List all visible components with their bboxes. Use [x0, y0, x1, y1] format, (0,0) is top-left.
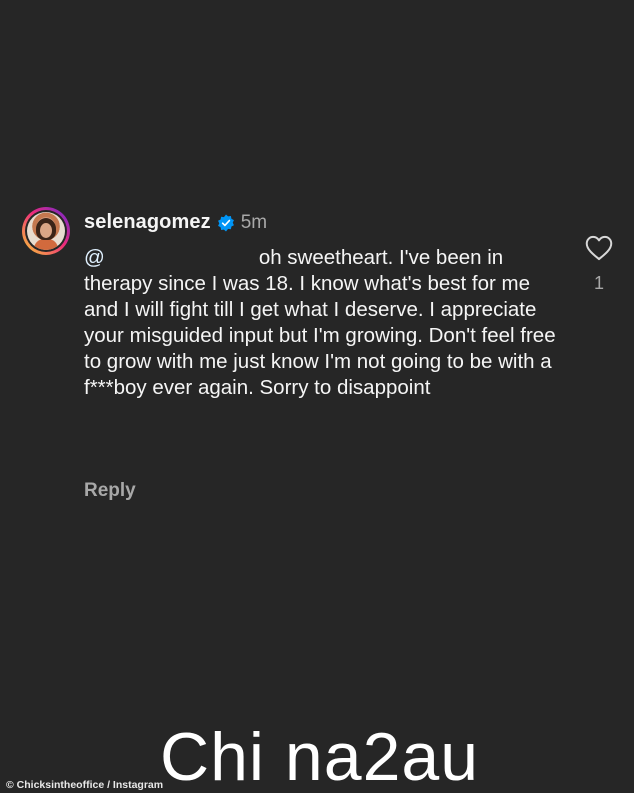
avatar[interactable] [22, 207, 70, 255]
screenshot-screen: selenagomez 5m @ oh sweetheart. I've been… [0, 0, 634, 793]
username[interactable]: selenagomez [84, 211, 211, 234]
like-count: 1 [593, 273, 604, 293]
reply-button[interactable]: Reply [84, 480, 136, 502]
watermark-text: Chi na2au [160, 719, 480, 793]
verified-badge-icon [217, 213, 234, 232]
like-section: 1 [583, 235, 615, 294]
avatar-photo [27, 212, 65, 250]
comment-header: selenagomez 5m [84, 211, 267, 234]
comment-timestamp: 5m [240, 211, 268, 233]
comment-text: @ oh sweetheart. I've been in therapy sin… [84, 245, 564, 401]
photo-credit: © Chicksintheoffice / Instagram [6, 779, 164, 791]
mention-link[interactable]: @ [84, 246, 105, 269]
avatar-inner [25, 210, 67, 252]
comment-body: oh sweetheart. I've been in therapy sinc… [84, 246, 556, 399]
heart-icon[interactable] [585, 235, 613, 261]
